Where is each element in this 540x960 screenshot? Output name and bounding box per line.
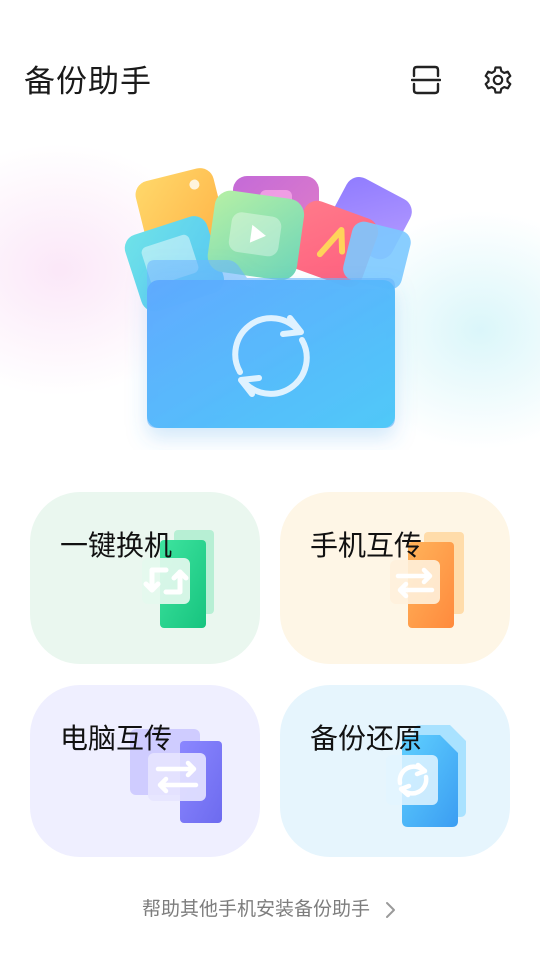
folder-sync-illustration (124, 168, 412, 428)
pc-transfer-card[interactable]: 电脑互传 (30, 685, 260, 857)
card-label: 一键换机 (60, 529, 173, 562)
card-label: 电脑互传 (60, 722, 173, 755)
help-install-link-text: 帮助其他手机安装备份助手 (141, 898, 370, 920)
card-label: 手机互传 (310, 529, 423, 562)
scan-icon (411, 65, 441, 95)
phone-transfer-card[interactable]: 手机互传 (280, 492, 510, 664)
settings-button[interactable] (476, 58, 520, 102)
help-install-link[interactable]: 帮助其他手机安装备份助手 (0, 894, 540, 921)
app-header: 备份助手 (0, 0, 540, 160)
scan-button[interactable] (404, 58, 448, 102)
gear-icon (484, 66, 512, 94)
card-label: 备份还原 (310, 722, 423, 755)
backup-restore-card[interactable]: 备份还原 (280, 685, 510, 857)
one-click-switch-card[interactable]: 一键换机 (30, 492, 260, 664)
page-title: 备份助手 (24, 64, 152, 100)
hero-illustration (115, 160, 425, 450)
chevron-right-icon (386, 901, 396, 918)
